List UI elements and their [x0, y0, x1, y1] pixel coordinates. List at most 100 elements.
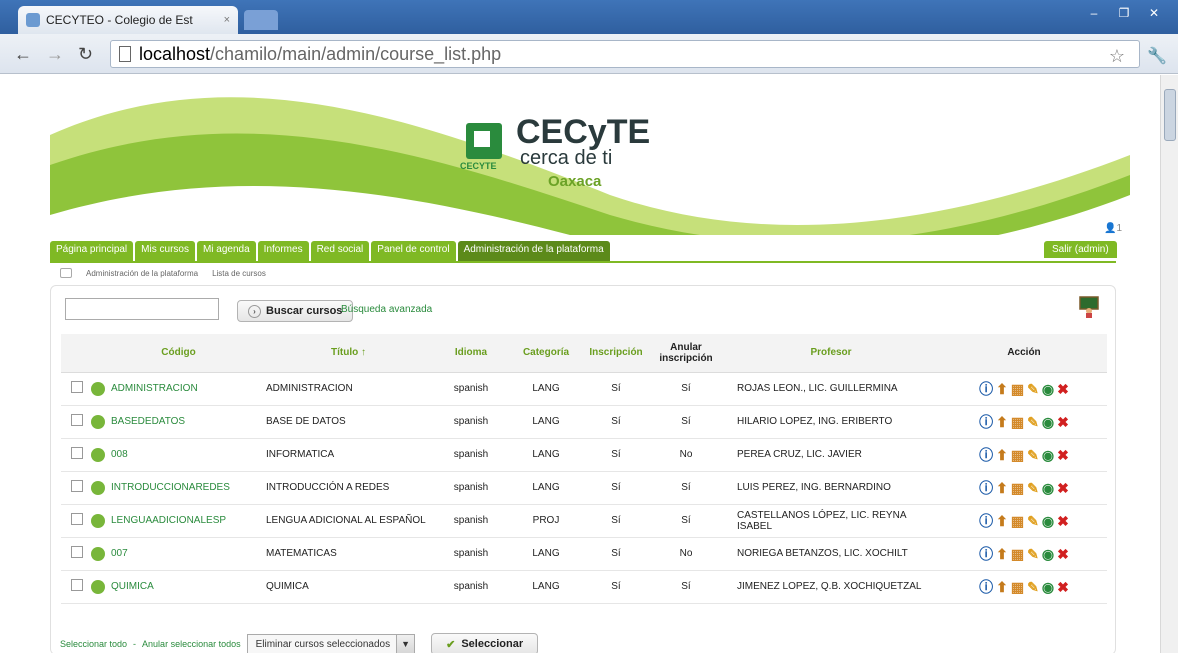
backup-icon[interactable]: ▦ — [1011, 547, 1024, 561]
menu-item-my-courses[interactable]: Mis cursos — [135, 241, 195, 261]
reload-icon[interactable]: ↻ — [78, 44, 93, 65]
course-language: spanish — [431, 537, 511, 571]
close-window-button[interactable]: ✕ — [1140, 4, 1168, 22]
back-icon[interactable]: ← — [14, 44, 32, 65]
delete-icon[interactable]: ✖ — [1057, 382, 1069, 396]
page-scrollbar[interactable] — [1160, 75, 1178, 653]
course-code-link[interactable]: QUIMICA — [111, 581, 154, 592]
course-home-icon[interactable]: ⬆ — [996, 481, 1008, 495]
backup-icon[interactable]: ▦ — [1011, 382, 1024, 396]
search-input[interactable] — [65, 298, 219, 320]
tab-close-icon[interactable]: × — [224, 14, 230, 26]
delete-icon[interactable]: ✖ — [1057, 580, 1069, 594]
user-count-icon[interactable]: 👤1 — [1104, 223, 1122, 234]
actions-cell: ⓘ ⬆ ▦ ✎ ◉ ✖ — [941, 471, 1107, 505]
menu-item-home[interactable]: Página principal — [50, 241, 134, 261]
course-home-icon[interactable]: ⬆ — [996, 382, 1008, 396]
delete-icon[interactable]: ✖ — [1057, 415, 1069, 429]
catalog-icon[interactable]: ◉ — [1042, 382, 1054, 396]
edit-icon[interactable]: ✎ — [1027, 547, 1039, 561]
header-code[interactable]: Código — [91, 334, 266, 373]
row-checkbox[interactable] — [71, 447, 83, 459]
backup-icon[interactable]: ▦ — [1011, 580, 1024, 594]
catalog-icon[interactable]: ◉ — [1042, 580, 1054, 594]
course-code-link[interactable]: INTRODUCCIONAREDES — [111, 482, 230, 493]
maximize-button[interactable]: ❐ — [1110, 4, 1138, 22]
info-icon[interactable]: ⓘ — [979, 580, 993, 594]
catalog-icon[interactable]: ◉ — [1042, 547, 1054, 561]
backup-icon[interactable]: ▦ — [1011, 514, 1024, 528]
course-home-icon[interactable]: ⬆ — [996, 580, 1008, 594]
delete-icon[interactable]: ✖ — [1057, 448, 1069, 462]
course-code-link[interactable]: LENGUAADICIONALESP — [111, 515, 226, 526]
address-bar[interactable]: localhost/chamilo/main/admin/course_list… — [110, 40, 1167, 68]
catalog-icon[interactable]: ◉ — [1042, 514, 1054, 528]
info-icon[interactable]: ⓘ — [979, 448, 993, 462]
course-code-link[interactable]: 008 — [111, 449, 128, 460]
backup-icon[interactable]: ▦ — [1011, 481, 1024, 495]
info-icon[interactable]: ⓘ — [979, 514, 993, 528]
minimize-button[interactable]: – — [1080, 4, 1108, 22]
catalog-icon[interactable]: ◉ — [1042, 481, 1054, 495]
menu-item-dashboard[interactable]: Panel de control — [371, 241, 456, 261]
row-checkbox[interactable] — [71, 579, 83, 591]
delete-icon[interactable]: ✖ — [1057, 514, 1069, 528]
catalog-icon[interactable]: ◉ — [1042, 415, 1054, 429]
header-unsubscribe[interactable]: Anular inscripción — [651, 334, 721, 373]
course-home-icon[interactable]: ⬆ — [996, 514, 1008, 528]
row-checkbox[interactable] — [71, 480, 83, 492]
info-icon[interactable]: ⓘ — [979, 382, 993, 396]
header-title[interactable]: Título ↑ — [266, 334, 431, 373]
row-checkbox[interactable] — [71, 546, 83, 558]
course-home-icon[interactable]: ⬆ — [996, 415, 1008, 429]
wrench-icon[interactable]: 🔧 — [1147, 46, 1167, 66]
course-home-icon[interactable]: ⬆ — [996, 448, 1008, 462]
row-checkbox[interactable] — [71, 513, 83, 525]
header-category[interactable]: Categoría — [511, 334, 581, 373]
select-all-link[interactable]: Seleccionar todo — [60, 639, 127, 649]
menu-item-reports[interactable]: Informes — [257, 241, 309, 261]
row-checkbox[interactable] — [71, 381, 83, 393]
header-language[interactable]: Idioma — [431, 334, 511, 373]
header-teacher[interactable]: Profesor — [721, 334, 941, 373]
home-icon[interactable] — [60, 268, 72, 278]
submit-button[interactable]: ✔ Seleccionar — [431, 633, 539, 653]
edit-icon[interactable]: ✎ — [1027, 415, 1039, 429]
search-courses-button[interactable]: › Buscar cursos — [237, 300, 354, 322]
delete-icon[interactable]: ✖ — [1057, 547, 1069, 561]
course-home-icon[interactable]: ⬆ — [996, 547, 1008, 561]
unselect-all-link[interactable]: Anular seleccionar todos — [142, 639, 241, 649]
blackboard-icon[interactable] — [1077, 294, 1101, 318]
backup-icon[interactable]: ▦ — [1011, 448, 1024, 462]
row-checkbox[interactable] — [71, 414, 83, 426]
breadcrumb-admin[interactable]: Administración de la plataforma — [86, 269, 198, 278]
forward-icon[interactable]: → — [46, 44, 64, 65]
edit-icon[interactable]: ✎ — [1027, 382, 1039, 396]
edit-icon[interactable]: ✎ — [1027, 481, 1039, 495]
advanced-search-link[interactable]: Búsqueda avanzada — [341, 304, 432, 315]
course-status-icon — [91, 414, 105, 429]
backup-icon[interactable]: ▦ — [1011, 415, 1024, 429]
edit-icon[interactable]: ✎ — [1027, 580, 1039, 594]
delete-icon[interactable]: ✖ — [1057, 481, 1069, 495]
new-tab-button[interactable] — [244, 10, 278, 30]
bookmark-star-icon[interactable]: ☆ — [1109, 46, 1125, 67]
browser-tab[interactable]: CECYTEO - Colegio de Est × — [18, 6, 238, 34]
scrollbar-thumb[interactable] — [1164, 89, 1176, 141]
course-code-link[interactable]: 007 — [111, 548, 128, 559]
info-icon[interactable]: ⓘ — [979, 415, 993, 429]
course-status-icon — [91, 513, 105, 528]
header-subscribe[interactable]: Inscripción — [581, 334, 651, 373]
menu-item-social[interactable]: Red social — [310, 241, 370, 261]
edit-icon[interactable]: ✎ — [1027, 514, 1039, 528]
info-icon[interactable]: ⓘ — [979, 481, 993, 495]
course-code-link[interactable]: ADMINISTRACION — [111, 383, 198, 394]
catalog-icon[interactable]: ◉ — [1042, 448, 1054, 462]
menu-item-admin[interactable]: Administración de la plataforma — [457, 241, 610, 261]
info-icon[interactable]: ⓘ — [979, 547, 993, 561]
course-code-link[interactable]: BASEDEDATOS — [111, 416, 185, 427]
logout-button[interactable]: Salir (admin) — [1044, 241, 1117, 258]
bulk-action-select[interactable]: Eliminar cursos seleccionados ▼ — [246, 634, 416, 653]
edit-icon[interactable]: ✎ — [1027, 448, 1039, 462]
menu-item-agenda[interactable]: Mi agenda — [196, 241, 256, 261]
